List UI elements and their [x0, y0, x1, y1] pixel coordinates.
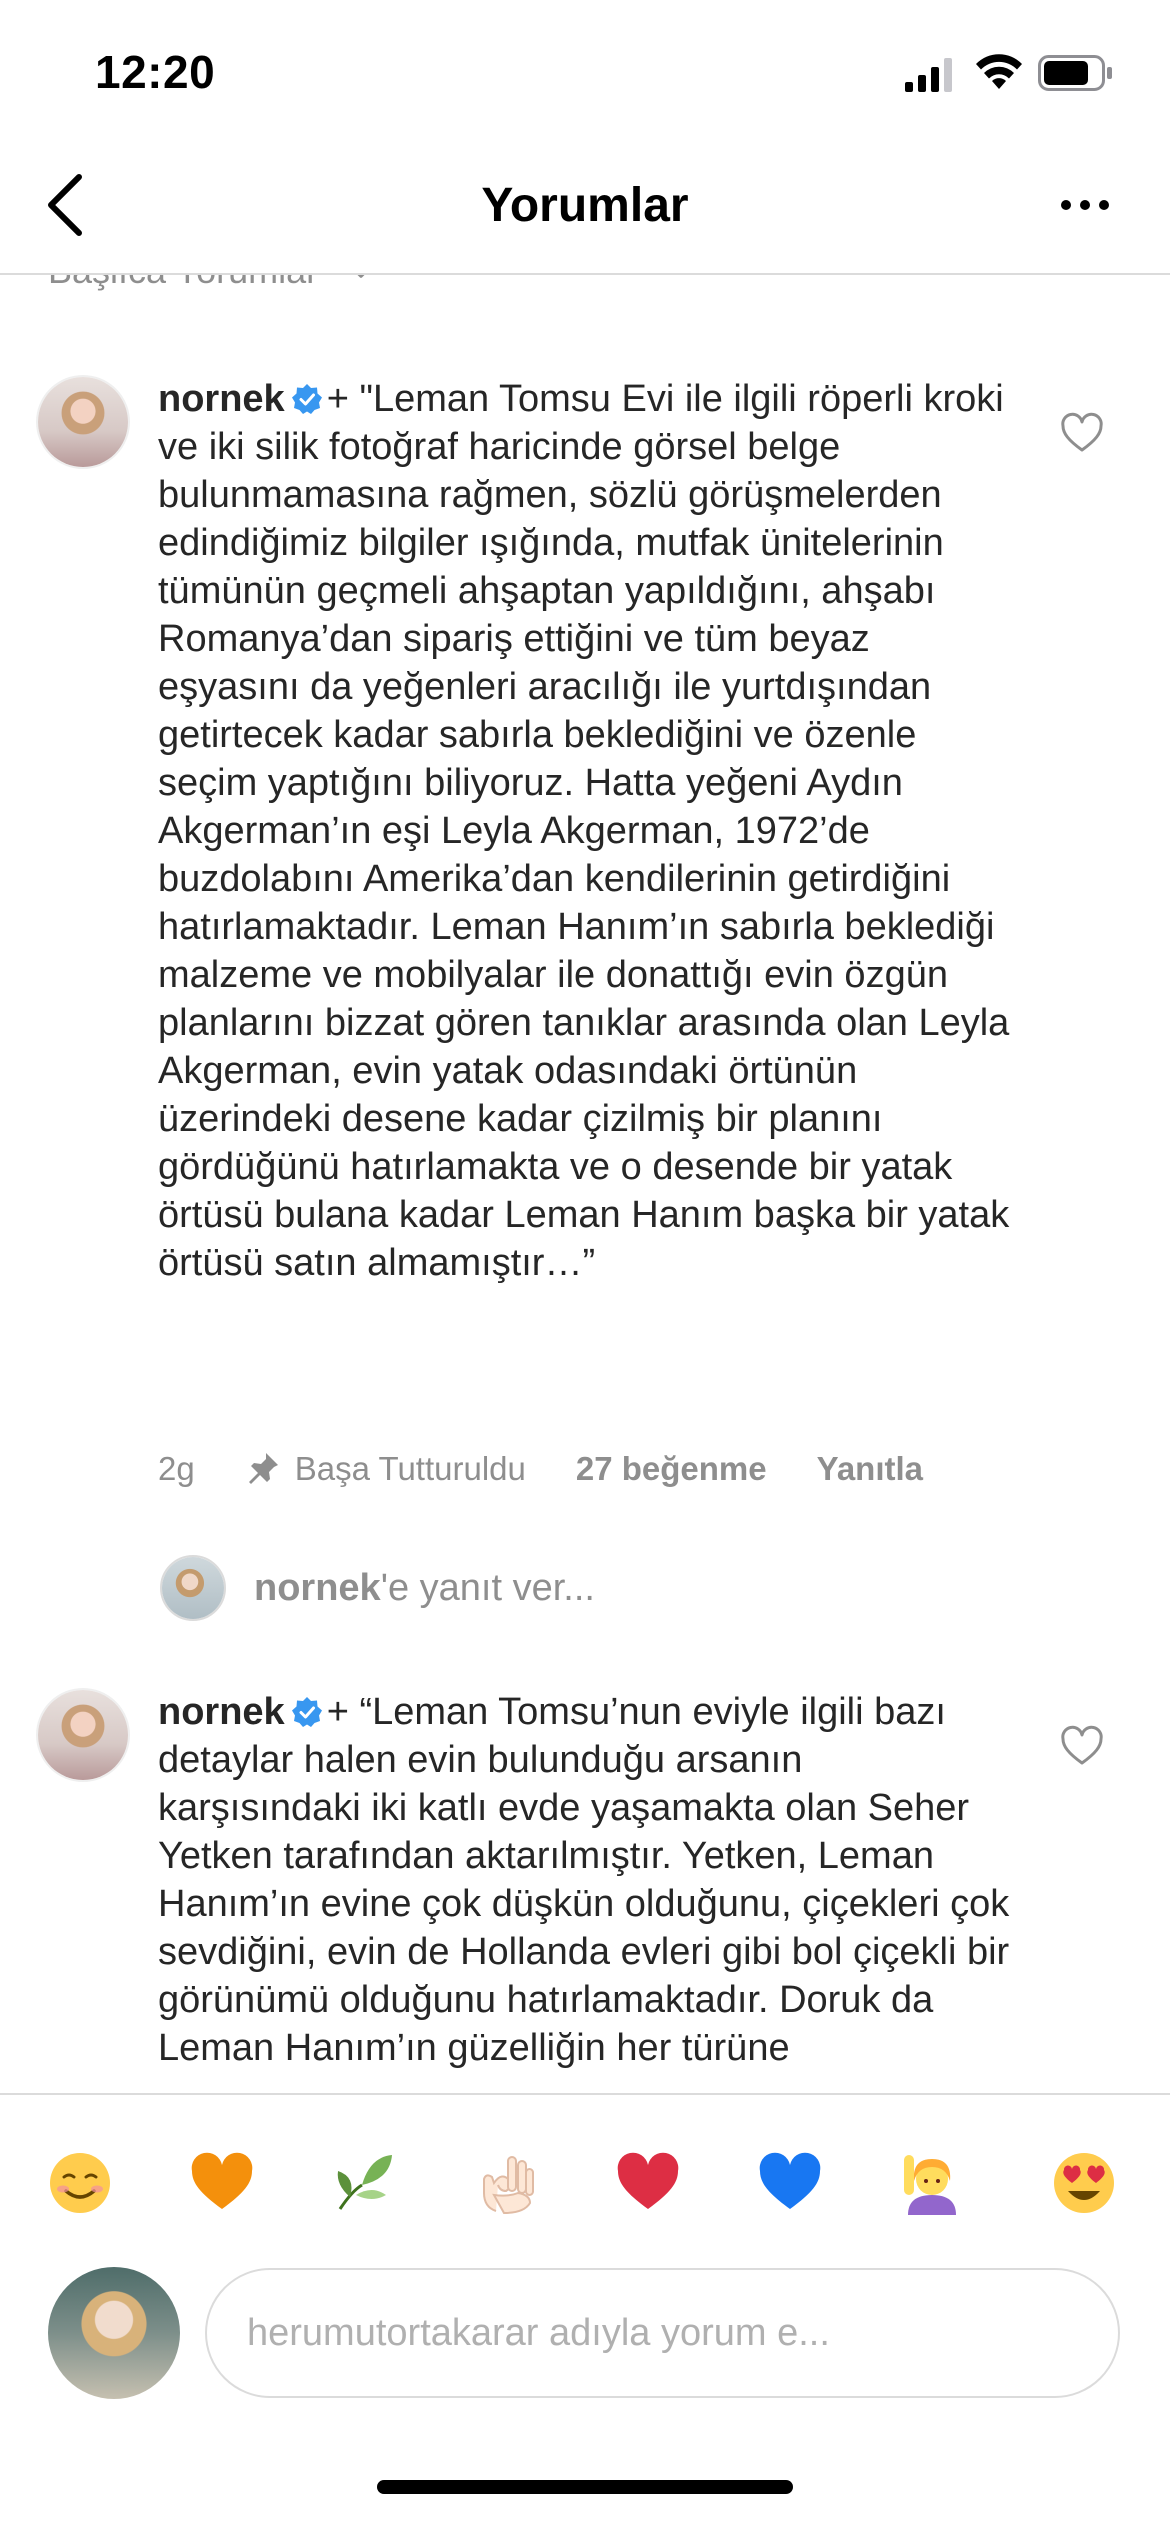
ok-hand-icon [483, 2156, 534, 2215]
quick-emoji-bar [0, 2145, 1170, 2225]
like-count[interactable]: 27 beğenme [576, 1450, 767, 1488]
red-heart-icon [617, 2152, 679, 2209]
avatar [48, 2267, 180, 2399]
reply-prompt-user: nornek [254, 1566, 381, 1609]
orange-heart-icon [191, 2152, 253, 2209]
person-raising-hand-icon [904, 2155, 956, 2215]
like-heart-icon[interactable] [1060, 1725, 1104, 1769]
herb-icon [337, 2155, 392, 2210]
comment-meta: 2g Başa Tutturuldu 27 beğenme Yanıtla [158, 1450, 973, 1488]
wifi-icon [976, 54, 1022, 89]
blue-heart-icon [759, 2152, 821, 2209]
battery-icon [1038, 55, 1112, 91]
comment-content: + “Leman Tomsu’nun eviyle ilgili bazı de… [158, 1691, 1010, 2069]
verified-badge-icon [291, 384, 322, 414]
pinned-label: Başa Tutturuldu [294, 1450, 526, 1487]
sort-label: Başlıca Yorumlar [48, 275, 318, 292]
comment-username[interactable]: nornek [158, 1691, 285, 1733]
comment-text: nornek + “Leman Tomsu’nun eviyle ilgili b… [158, 1688, 1010, 2072]
comment-time: 2g [158, 1450, 195, 1487]
comments-list[interactable]: Başlıca Yorumlar nornek+ "Leman Tomsu Ev… [0, 275, 1170, 2093]
home-indicator [377, 2480, 793, 2494]
verified-badge-icon [291, 1697, 322, 1727]
avatar [160, 1555, 226, 1621]
comment-username[interactable]: nornek [158, 378, 285, 420]
more-horizontal-icon [1061, 200, 1109, 210]
heart-eyes-emoji[interactable] [1046, 2145, 1122, 2221]
chevron-down-icon [357, 275, 365, 278]
status-bar: 12:20 [0, 0, 1170, 150]
herb-emoji[interactable] [326, 2145, 402, 2221]
person-raising-hand-emoji[interactable] [894, 2145, 970, 2221]
reply-button[interactable]: Yanıtla [817, 1450, 923, 1488]
orange-heart-emoji[interactable] [184, 2145, 260, 2221]
navigation-header: Yorumlar [0, 150, 1170, 274]
avatar[interactable] [36, 375, 130, 469]
pin-icon [248, 1453, 278, 1484]
like-heart-icon[interactable] [1060, 412, 1104, 456]
cellular-signal-icon [905, 58, 952, 92]
sort-selector[interactable]: Başlıca Yorumlar [48, 275, 374, 292]
blue-heart-emoji[interactable] [752, 2145, 828, 2221]
reply-prompt-text: nornek'e yanıt ver... [254, 1567, 595, 1610]
ok-hand-emoji[interactable] [468, 2145, 544, 2221]
comment-input[interactable] [205, 2268, 1120, 2398]
page-title: Yorumlar [481, 179, 689, 232]
smiling-face-emoji[interactable] [42, 2145, 118, 2221]
more-options-button[interactable] [1045, 175, 1125, 235]
avatar[interactable] [36, 1688, 130, 1782]
pinned-indicator: Başa Tutturuldu [245, 1450, 526, 1488]
reply-prompt[interactable]: nornek'e yanıt ver... [160, 1555, 595, 1621]
heart-eyes-icon [1054, 2153, 1114, 2213]
smiling-face-icon [50, 2153, 110, 2213]
comment-composer [0, 2093, 1170, 2532]
comment-text: nornek + "Leman Tomsu Evi ile ilgili röpe… [158, 375, 1010, 1287]
status-time: 12:20 [95, 46, 216, 98]
comment-content: + "Leman Tomsu Evi ile ilgili röperli kr… [158, 378, 1010, 1284]
red-heart-emoji[interactable] [610, 2145, 686, 2221]
reply-prompt-suffix: 'e yanıt ver... [380, 1566, 595, 1609]
